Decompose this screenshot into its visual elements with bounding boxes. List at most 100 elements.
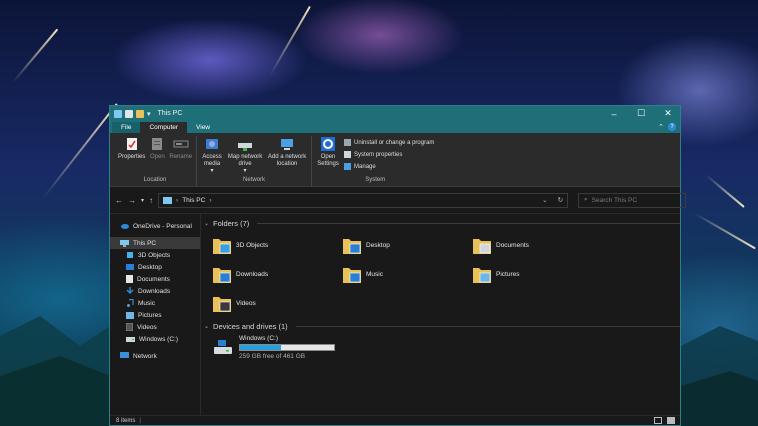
manage-label: Manage xyxy=(354,163,376,170)
gear-icon xyxy=(321,137,336,151)
sidebar-item-label: Network xyxy=(133,352,157,360)
file-explorer-window: ▾ This PC – ☐ ✕ File Computer View ⌃ ? P… xyxy=(109,105,687,426)
back-arrow-icon[interactable]: ← xyxy=(115,196,123,205)
open-icon xyxy=(152,138,163,150)
wallpaper-meteor xyxy=(42,103,118,199)
sidebar-item-music[interactable]: Music xyxy=(110,297,200,309)
address-dropdown-icon[interactable]: ⌄ xyxy=(542,196,547,204)
drives-section-header[interactable]: ⌄ Devices and drives (1) xyxy=(204,320,680,332)
sidebar-item-network[interactable]: Network xyxy=(110,350,200,362)
breadcrumb-this-pc[interactable]: This PC xyxy=(182,197,205,204)
uninstall-label: Uninstall or change a program xyxy=(354,139,435,146)
map-network-drive-label: Map network drive xyxy=(227,154,263,167)
new-folder-icon[interactable] xyxy=(136,109,144,118)
drive-item-windows-c[interactable]: Windows (C:) 259 GB free of 461 GB xyxy=(204,335,680,360)
open-label: Open xyxy=(150,154,165,160)
system-properties-button[interactable]: System properties xyxy=(344,149,434,160)
folder-3d-objects[interactable]: 3D Objects xyxy=(212,231,342,260)
window-title: This PC xyxy=(157,110,183,117)
sidebar-item-this-pc[interactable]: This PC xyxy=(110,237,200,249)
sidebar-item-documents[interactable]: Documents xyxy=(110,273,200,285)
system-properties-icon xyxy=(344,151,352,158)
tab-computer[interactable]: Computer xyxy=(140,122,188,133)
access-media-button[interactable]: Access media ▾ xyxy=(201,136,223,177)
sidebar-item-3d-objects[interactable]: 3D Objects xyxy=(110,249,200,261)
checkmark-icon[interactable] xyxy=(125,109,133,118)
ribbon-group-location: Properties Open Rename Location xyxy=(114,136,198,186)
recent-locations-chevron-icon[interactable]: ▾ xyxy=(141,197,144,204)
sidebar-item-onedrive-personal[interactable]: OneDrive - Personal xyxy=(110,220,200,232)
desktop-icon xyxy=(126,263,134,271)
folder-icon xyxy=(473,238,491,254)
access-media-label: Access media xyxy=(202,154,222,167)
access-media-icon xyxy=(206,139,219,149)
sidebar-item-label: Music xyxy=(138,299,155,307)
folder-label: 3D Objects xyxy=(236,242,269,249)
sidebar-item-videos[interactable]: Videos xyxy=(110,321,200,333)
address-bar[interactable]: › This PC › ⌄ ↻ xyxy=(158,192,569,208)
tab-view[interactable]: View xyxy=(187,122,219,133)
collapse-ribbon-icon[interactable]: ⌃ xyxy=(658,123,664,131)
folder-label: Videos xyxy=(236,300,256,307)
details-view-icon[interactable] xyxy=(654,417,662,424)
hard-drive-icon xyxy=(214,339,232,354)
large-icons-view-icon[interactable] xyxy=(667,417,675,424)
folders-grid: 3D Objects Desktop Documents Downloads Music… xyxy=(204,231,680,318)
folders-header-label: Folders (7) xyxy=(213,218,250,228)
computer-icon xyxy=(163,196,173,204)
collapse-chevron-icon[interactable]: ⌄ xyxy=(204,220,209,227)
maximize-button[interactable]: ☐ xyxy=(629,106,653,121)
uninstall-program-button[interactable]: Uninstall or change a program xyxy=(344,137,434,148)
music-icon xyxy=(126,299,134,307)
item-count: 8 items xyxy=(116,417,136,424)
folder-icon xyxy=(343,238,361,254)
ribbon-group-label: Network xyxy=(243,177,266,183)
close-button[interactable]: ✕ xyxy=(656,106,680,121)
sidebar-item-pictures[interactable]: Pictures xyxy=(110,309,200,321)
download-icon xyxy=(126,287,134,295)
open-button[interactable]: Open xyxy=(149,136,165,177)
folder-videos[interactable]: Videos xyxy=(212,289,342,318)
folder-pictures[interactable]: Pictures xyxy=(472,260,602,289)
navigation-bar: ← → ▾ ↑ › This PC › ⌄ ↻ ⌕ Search This PC xyxy=(110,187,687,213)
video-icon xyxy=(126,323,133,331)
map-network-drive-button[interactable]: Map network drive ▾ xyxy=(227,136,263,177)
quick-access-dropdown-icon[interactable]: ▾ xyxy=(147,110,151,118)
search-input[interactable]: ⌕ Search This PC xyxy=(578,192,687,208)
network-icon xyxy=(120,352,129,360)
properties-button[interactable]: Properties xyxy=(118,136,145,177)
search-placeholder: Search This PC xyxy=(591,196,638,204)
add-network-location-label: Add a network location xyxy=(267,154,307,167)
sidebar-item-desktop[interactable]: Desktop xyxy=(110,261,200,273)
main-area: OneDrive - Personal This PC 3D Objects Desk… xyxy=(110,213,680,415)
rename-button[interactable]: Rename xyxy=(169,136,192,177)
sidebar-item-label: OneDrive - Personal xyxy=(133,222,192,230)
open-settings-button[interactable]: Open Settings xyxy=(316,136,340,177)
breadcrumb-separator-icon: › xyxy=(176,196,179,204)
forward-arrow-icon[interactable]: → xyxy=(128,196,136,205)
cloud-icon xyxy=(120,223,129,229)
manage-button[interactable]: Manage xyxy=(344,161,434,172)
add-network-location-button[interactable]: Add a network location xyxy=(267,136,307,177)
folder-desktop[interactable]: Desktop xyxy=(342,231,472,260)
collapse-chevron-icon[interactable]: ⌄ xyxy=(204,323,209,330)
properties-label: Properties xyxy=(118,154,146,160)
folder-downloads[interactable]: Downloads xyxy=(212,260,342,289)
tab-file[interactable]: File xyxy=(112,122,141,133)
network-drive-icon xyxy=(238,143,253,151)
folder-documents[interactable]: Documents xyxy=(472,231,602,260)
sidebar-item-label: This PC xyxy=(133,239,157,247)
rename-icon xyxy=(173,140,189,148)
search-icon: ⌕ xyxy=(584,196,588,203)
folder-music[interactable]: Music xyxy=(342,260,472,289)
folder-label: Documents xyxy=(496,242,529,249)
help-icon[interactable]: ? xyxy=(668,123,676,131)
folders-section-header[interactable]: ⌄ Folders (7) xyxy=(204,217,680,229)
up-arrow-icon[interactable]: ↑ xyxy=(149,196,153,205)
breadcrumb-separator-icon[interactable]: › xyxy=(209,197,211,204)
refresh-icon[interactable]: ↻ xyxy=(558,196,563,204)
sidebar-item-downloads[interactable]: Downloads xyxy=(110,285,200,297)
minimize-button[interactable]: – xyxy=(602,106,626,121)
folder-label: Music xyxy=(366,271,383,278)
sidebar-item-windows-c[interactable]: Windows (C:) xyxy=(110,333,200,345)
